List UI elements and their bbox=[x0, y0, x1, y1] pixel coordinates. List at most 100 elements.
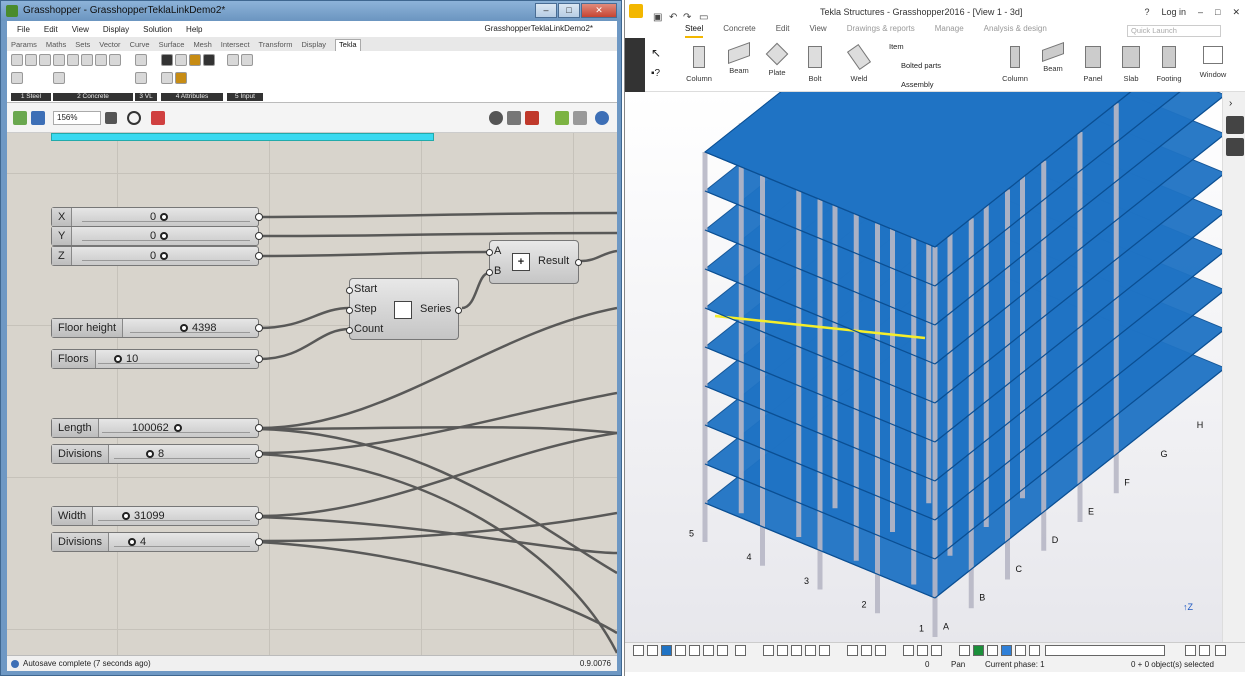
footing-button[interactable]: Footing bbox=[1151, 46, 1187, 83]
slider-x[interactable]: X 0 bbox=[51, 207, 263, 227]
slider-knob[interactable] bbox=[146, 450, 154, 458]
steel-column-button[interactable]: Column bbox=[681, 46, 717, 83]
tab-intersect[interactable]: Intersect bbox=[221, 40, 250, 51]
eye-icon[interactable] bbox=[127, 111, 141, 125]
slab-button[interactable]: Slab bbox=[1113, 46, 1149, 83]
menu-view[interactable]: View bbox=[810, 24, 827, 38]
ribbon-group-steel[interactable]: 1 Steel bbox=[11, 54, 51, 101]
menu-view[interactable]: View bbox=[72, 25, 89, 34]
tab-sets[interactable]: Sets bbox=[75, 40, 90, 51]
snap-override-icon[interactable] bbox=[973, 645, 984, 656]
document-name[interactable]: GrasshopperTeklaLinkDemo2* bbox=[485, 24, 594, 33]
grid-plane-icon[interactable] bbox=[1015, 645, 1026, 656]
sketch-icon[interactable] bbox=[151, 111, 165, 125]
gear-icon[interactable] bbox=[203, 54, 215, 66]
panel-collapse-icon[interactable]: › bbox=[1229, 98, 1232, 109]
mesh-quality-icon[interactable] bbox=[573, 111, 587, 125]
snap-point-icon[interactable] bbox=[861, 645, 872, 656]
menu-display[interactable]: Display bbox=[103, 25, 129, 34]
tekla-logo-icon[interactable] bbox=[629, 4, 643, 18]
input-port[interactable] bbox=[346, 307, 353, 314]
open-file-icon[interactable] bbox=[13, 111, 27, 125]
select-bolt-icon[interactable] bbox=[735, 645, 746, 656]
slider-knob[interactable] bbox=[160, 252, 168, 260]
select-part-icon[interactable] bbox=[647, 645, 658, 656]
input-port[interactable] bbox=[346, 287, 353, 294]
gh-canvas[interactable]: X 0 Y 0 Z 0 Floor height 4398 Floors 10 … bbox=[7, 133, 617, 655]
select-grid-icon[interactable] bbox=[675, 645, 686, 656]
points-icon[interactable] bbox=[135, 72, 147, 84]
preview-shaded-icon[interactable] bbox=[489, 111, 503, 125]
tk-minimize-button[interactable]: – bbox=[1198, 0, 1203, 24]
slider-knob[interactable] bbox=[180, 324, 188, 332]
slider-z[interactable]: Z 0 bbox=[51, 246, 263, 266]
slider-width[interactable]: Width 31099 bbox=[51, 506, 263, 526]
select-weld-icon[interactable] bbox=[717, 645, 728, 656]
grid-icon[interactable] bbox=[135, 54, 147, 66]
tab-vector[interactable]: Vector bbox=[99, 40, 120, 51]
select-object-icon[interactable] bbox=[661, 645, 672, 656]
globe-icon[interactable] bbox=[595, 111, 609, 125]
series-component[interactable]: Start Step Count Series bbox=[346, 278, 462, 340]
concrete-item-icon[interactable] bbox=[53, 72, 65, 84]
gh-titlebar[interactable]: Grasshopper - GrasshopperTeklaLinkDemo2*… bbox=[1, 1, 621, 21]
zoom-select[interactable]: 156% bbox=[53, 111, 101, 125]
slider-knob[interactable] bbox=[174, 424, 182, 432]
menu-edit[interactable]: Edit bbox=[776, 24, 790, 38]
slider-knob[interactable] bbox=[128, 538, 136, 546]
steel-column-icon[interactable] bbox=[11, 54, 23, 66]
concrete-beam-button[interactable]: Beam bbox=[1035, 41, 1071, 73]
menu-steel[interactable]: Steel bbox=[685, 24, 704, 38]
plane-icon[interactable] bbox=[959, 645, 970, 656]
snap-end-icon[interactable] bbox=[763, 645, 774, 656]
tk-close-button[interactable]: ✕ bbox=[1232, 0, 1240, 24]
input-point-icon[interactable] bbox=[241, 54, 253, 66]
snap-line-icon[interactable] bbox=[847, 645, 858, 656]
tab-surface[interactable]: Surface bbox=[159, 40, 185, 51]
slider-floor-height[interactable]: Floor height 4398 bbox=[51, 318, 263, 338]
ribbon-group-concrete[interactable]: 2 Concrete bbox=[53, 54, 133, 101]
select-line-icon[interactable] bbox=[703, 645, 714, 656]
tab-mesh[interactable]: Mesh bbox=[193, 40, 211, 51]
cube-icon[interactable] bbox=[1226, 116, 1244, 134]
zoom-extents-icon[interactable] bbox=[105, 112, 117, 124]
slider-knob[interactable] bbox=[114, 355, 122, 363]
concrete-slab-icon[interactable] bbox=[81, 54, 93, 66]
snap-any-icon[interactable] bbox=[931, 645, 942, 656]
ribbon-group-attributes[interactable]: 4 Attributes bbox=[161, 54, 223, 101]
concrete-column-icon[interactable] bbox=[53, 54, 65, 66]
item-button[interactable]: Item bbox=[889, 42, 904, 51]
slider-width-divisions[interactable]: Divisions 4 bbox=[51, 532, 263, 552]
window-button[interactable]: Window bbox=[1195, 46, 1231, 79]
ribbon-group-input[interactable]: 5 Input bbox=[227, 54, 263, 101]
snap-ref-icon[interactable] bbox=[917, 645, 928, 656]
menu-edit[interactable]: Edit bbox=[44, 25, 58, 34]
minimize-button[interactable]: – bbox=[535, 3, 557, 18]
addition-component[interactable]: A B + Result bbox=[486, 240, 582, 284]
slider-knob[interactable] bbox=[160, 213, 168, 221]
preview-wire-icon[interactable] bbox=[507, 111, 521, 125]
output-port[interactable] bbox=[255, 450, 263, 458]
output-port[interactable] bbox=[255, 512, 263, 520]
concrete-column-button[interactable]: Column bbox=[997, 46, 1033, 83]
concrete-beam-icon[interactable] bbox=[67, 54, 79, 66]
menu-help[interactable]: Help bbox=[186, 25, 202, 34]
assembly-button[interactable]: Assembly bbox=[901, 80, 934, 89]
slider-knob[interactable] bbox=[160, 232, 168, 240]
maximize-button[interactable]: □ bbox=[558, 3, 580, 18]
tekla-titlebar[interactable]: ▣ ↶ ↷ ▭ Tekla Structures - Grasshopper20… bbox=[625, 0, 1245, 24]
output-port[interactable] bbox=[255, 232, 263, 240]
steel-plate-button[interactable]: Plate bbox=[759, 42, 795, 77]
tab-params[interactable]: Params bbox=[11, 40, 37, 51]
steel-beam-button[interactable]: Beam bbox=[721, 41, 757, 75]
tk-maximize-button[interactable]: □ bbox=[1215, 0, 1220, 24]
weld-button[interactable]: Weld bbox=[841, 43, 877, 83]
output-port[interactable] bbox=[255, 355, 263, 363]
output-port[interactable] bbox=[455, 307, 462, 314]
work-plane-icon[interactable] bbox=[987, 645, 998, 656]
attribute-icon[interactable] bbox=[161, 72, 173, 84]
snap-center-icon[interactable] bbox=[791, 645, 802, 656]
bolted-parts-button[interactable]: Bolted parts bbox=[901, 61, 941, 70]
output-port[interactable] bbox=[575, 259, 582, 266]
concrete-panel-icon[interactable] bbox=[95, 54, 107, 66]
